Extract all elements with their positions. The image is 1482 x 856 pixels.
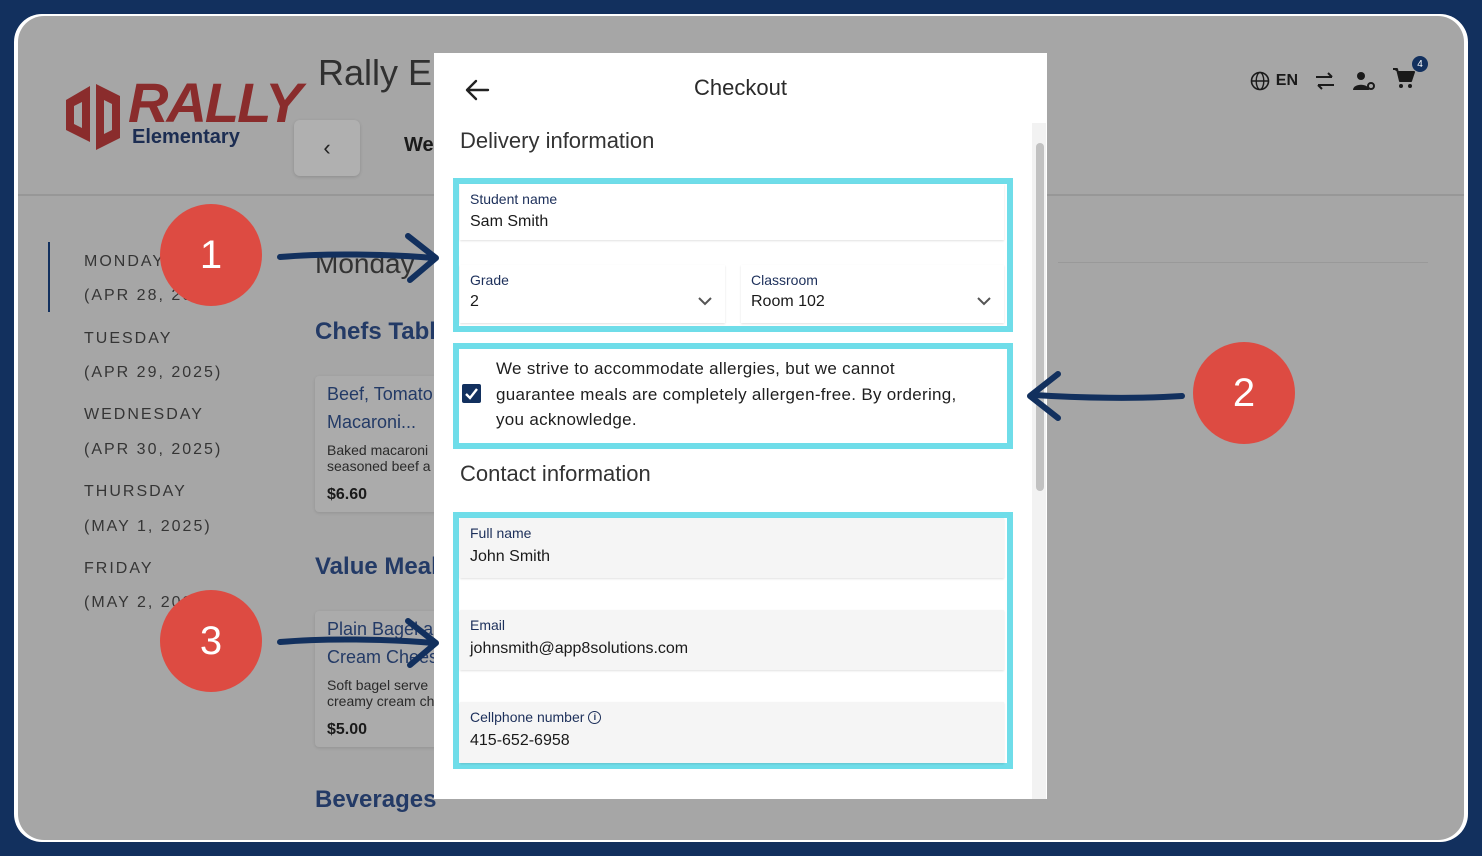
grade-value: 2: [470, 293, 479, 310]
checkout-modal: Checkout Delivery information Student na…: [434, 53, 1047, 799]
classroom-value: Room 102: [751, 293, 825, 310]
modal-scrollbar-thumb[interactable]: [1036, 143, 1044, 491]
cellphone-field[interactable]: Cellphone number i 415-652-6958: [460, 702, 1004, 763]
cart-button[interactable]: 4: [1392, 56, 1428, 95]
arrow-right-icon: [277, 618, 439, 668]
grade-select[interactable]: Grade 2: [460, 265, 725, 323]
cellphone-label: Cellphone number: [470, 709, 585, 725]
language-selector[interactable]: EN: [1250, 71, 1298, 91]
day-monday-name[interactable]: MONDAY: [84, 253, 165, 271]
checkmark-icon: [465, 388, 478, 400]
student-name-field[interactable]: Student name Sam Smith: [460, 184, 1004, 240]
menu-item-card[interactable]: Beef, Tomato Macaroni... Baked macaroni …: [315, 376, 445, 512]
modal-header: Checkout: [434, 53, 1047, 123]
day-thursday-name[interactable]: THURSDAY: [84, 483, 187, 501]
menu-item-name-line: Macaroni...: [327, 412, 417, 432]
day-thursday-date[interactable]: (MAY 1, 2025): [84, 518, 212, 536]
day-wednesday-date[interactable]: (APR 30, 2025): [84, 441, 222, 459]
app-background: RALLY Elementary Rally Elementary ‹ Week…: [18, 16, 1464, 840]
callout-2: 2: [1193, 342, 1295, 444]
grade-label: Grade: [470, 272, 509, 288]
globe-icon: [1250, 71, 1270, 90]
full-name-value: John Smith: [470, 548, 551, 565]
modal-title: Checkout: [694, 75, 787, 100]
rally-logo[interactable]: RALLY Elementary: [62, 71, 302, 166]
email-label: Email: [470, 617, 506, 633]
classroom-select[interactable]: Classroom Room 102: [741, 265, 1004, 323]
menu-item-description-line: Baked macaroni: [327, 442, 429, 458]
full-name-field[interactable]: Full name John Smith: [460, 518, 1004, 578]
screenshot-frame: RALLY Elementary Rally Elementary ‹ Week…: [14, 14, 1468, 842]
day-tuesday-name[interactable]: TUESDAY: [84, 330, 172, 348]
switch-arrows-icon[interactable]: [1314, 71, 1336, 90]
menu-item-description-line: seasoned beef a: [327, 458, 431, 474]
contact-info-heading: Contact information: [460, 461, 651, 486]
arrow-left-icon: [1027, 371, 1185, 421]
full-name-label: Full name: [470, 525, 532, 541]
cellphone-label-row: Cellphone number i: [470, 709, 602, 725]
logo-mark-icon: [66, 84, 120, 150]
day-tuesday-date[interactable]: (APR 29, 2025): [84, 364, 222, 382]
menu-item-description-line: creamy cream ch: [327, 693, 435, 709]
header-actions: EN 4: [1250, 56, 1428, 95]
email-field[interactable]: Email johnsmith@app8solutions.com: [460, 610, 1004, 670]
menu-section-value-meal: Value Meal: [315, 553, 438, 580]
cellphone-value: 415-652-6958: [470, 732, 570, 749]
cart-count-badge: 4: [1412, 56, 1428, 72]
logo-subtitle: Elementary: [132, 126, 240, 148]
chevron-down-icon: [977, 297, 991, 306]
callout-1: 1: [160, 204, 262, 306]
chevron-left-icon: ‹: [323, 135, 331, 160]
arrow-right-icon: [277, 233, 439, 283]
allergy-disclaimer-text: We strive to accommodate allergies, but …: [496, 359, 957, 429]
menu-section-chefs-table: Chefs Table: [315, 318, 450, 345]
student-name-value: Sam Smith: [470, 213, 549, 230]
menu-item-price: $6.60: [327, 486, 368, 503]
menu-item-price: $5.00: [327, 721, 368, 738]
menu-section-beverages: Beverages: [315, 786, 437, 813]
previous-week-button[interactable]: ‹: [294, 120, 360, 176]
chevron-down-icon: [698, 297, 712, 306]
classroom-label: Classroom: [751, 272, 818, 288]
selected-day-indicator: [48, 242, 50, 312]
student-name-label: Student name: [470, 191, 558, 207]
allergy-acknowledge-checkbox[interactable]: [462, 384, 481, 403]
info-icon[interactable]: i: [588, 711, 602, 724]
day-friday-name[interactable]: FRIDAY: [84, 560, 153, 578]
language-code: EN: [1275, 71, 1298, 89]
cart-icon: [1393, 68, 1415, 88]
callout-3: 3: [160, 590, 262, 692]
delivery-info-heading: Delivery information: [460, 128, 655, 153]
email-value: johnsmith@app8solutions.com: [470, 640, 689, 657]
day-wednesday-name[interactable]: WEDNESDAY: [84, 406, 204, 424]
account-settings-icon[interactable]: [1352, 70, 1376, 92]
menu-item-name-line: Beef, Tomato: [327, 384, 433, 404]
menu-divider: [1058, 262, 1428, 263]
menu-item-description-line: Soft bagel serve: [327, 677, 429, 693]
